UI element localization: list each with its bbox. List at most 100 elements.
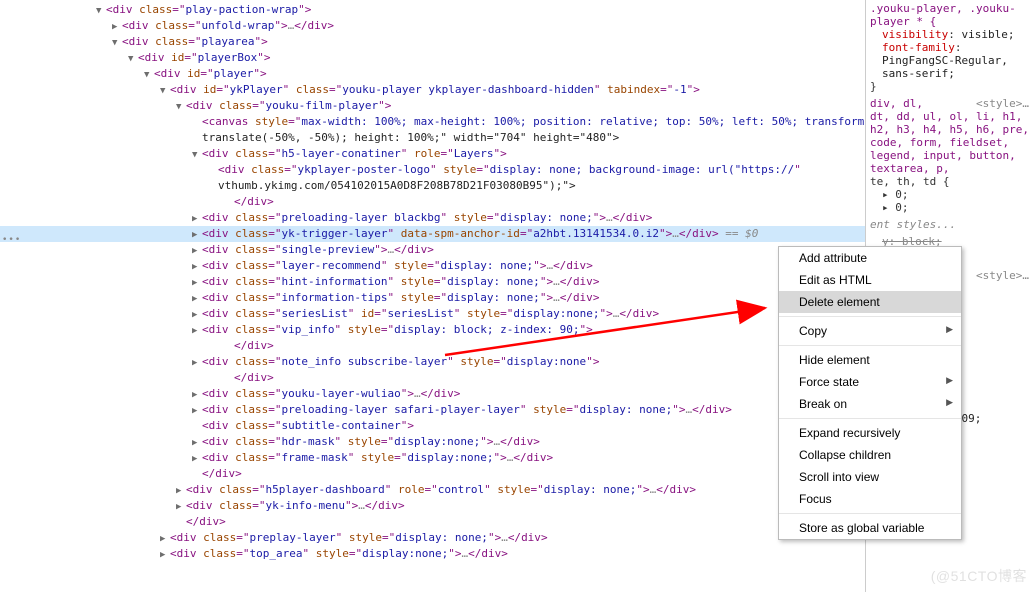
expand-arrow[interactable] <box>128 51 138 67</box>
dom-node[interactable]: <div class="yk-info-menu">…</div> <box>0 498 865 514</box>
expand-arrow[interactable] <box>160 531 170 547</box>
dom-node-html[interactable]: <div class="top_area" style="display:non… <box>170 547 508 560</box>
menu-item-focus[interactable]: Focus <box>779 488 961 510</box>
dom-node-html[interactable]: <div class="subtitle-container"> <box>202 419 414 432</box>
dom-node[interactable]: <div class="top_area" style="display:non… <box>0 546 865 562</box>
dom-node[interactable]: <div class="play-paction-wrap"> <box>0 2 865 18</box>
style-source[interactable]: <style>… <box>976 97 1029 110</box>
menu-item-scroll-into-view[interactable]: Scroll into view <box>779 466 961 488</box>
css-rule[interactable]: .youku-player, .youku-player * {visibili… <box>870 2 1029 93</box>
expand-arrow[interactable] <box>144 67 154 83</box>
dom-node[interactable]: <div class="playarea"> <box>0 34 865 50</box>
expand-arrow[interactable] <box>176 483 186 499</box>
dom-node-html[interactable]: <div class="preloading-layer safari-play… <box>202 403 732 416</box>
dom-node[interactable]: <div class="h5-layer-conatiner" role="La… <box>0 146 865 162</box>
dom-node[interactable]: <div class="hdr-mask" style="display:non… <box>0 434 865 450</box>
menu-item-break-on[interactable]: Break on <box>779 393 961 415</box>
expand-arrow[interactable] <box>192 451 202 467</box>
dom-node[interactable]: <div id="player"> <box>0 66 865 82</box>
menu-item-store-as-global-variable[interactable]: Store as global variable <box>779 517 961 539</box>
menu-item-force-state[interactable]: Force state <box>779 371 961 393</box>
css-rule[interactable]: <style>…div, dl,dt, dd, ul, ol, li, h1, … <box>870 97 1029 214</box>
dom-node[interactable]: <div class="single-preview">…</div> <box>0 242 865 258</box>
expand-arrow[interactable] <box>192 291 202 307</box>
expand-arrow[interactable] <box>160 83 170 99</box>
dom-node-html[interactable]: <div class="h5player-dashboard" role="co… <box>186 483 696 496</box>
expand-arrow[interactable] <box>192 211 202 227</box>
css-declaration[interactable]: font-family: PingFangSC-Regular, sans-se… <box>882 41 1029 80</box>
expand-arrow[interactable] <box>192 259 202 275</box>
dom-node[interactable]: <div class="preloading-layer blackbg" st… <box>0 210 865 226</box>
expand-arrow[interactable] <box>192 307 202 323</box>
dom-node-selected[interactable]: <div class="yk-trigger-layer" data-spm-a… <box>0 226 865 242</box>
dom-node[interactable]: <div class="hint-information" style="dis… <box>0 274 865 290</box>
menu-item-add-attribute[interactable]: Add attribute <box>779 247 961 269</box>
menu-item-copy[interactable]: Copy <box>779 320 961 342</box>
dom-node-html[interactable]: <div class="vip_info" style="display: bl… <box>202 323 593 336</box>
dom-node[interactable]: <div class="seriesList" id="seriesList" … <box>0 306 865 322</box>
dom-node-html[interactable]: <div class="preplay-layer" style="displa… <box>170 531 548 544</box>
menu-item-edit-as-html[interactable]: Edit as HTML <box>779 269 961 291</box>
dom-node[interactable]: <div id="playerBox"> <box>0 50 865 66</box>
dom-node[interactable]: <div class="subtitle-container"> <box>0 418 865 434</box>
context-menu[interactable]: Add attributeEdit as HTMLDelete element C… <box>778 246 962 540</box>
expand-arrow[interactable] <box>192 355 202 371</box>
style-source[interactable]: <style>… <box>976 269 1029 282</box>
dom-node-html[interactable]: <div class="single-preview">…</div> <box>202 243 434 256</box>
dom-node[interactable]: <div class="youku-film-player"> <box>0 98 865 114</box>
expand-arrow[interactable] <box>192 243 202 259</box>
css-declaration[interactable]: visibility: visible; <box>882 28 1029 41</box>
dom-node[interactable]: <div class="vip_info" style="display: bl… <box>0 322 865 338</box>
expand-arrow[interactable] <box>192 227 202 243</box>
dom-node-html[interactable]: <canvas style="max-width: 100%; max-heig… <box>202 115 865 128</box>
expand-arrow[interactable] <box>96 3 106 19</box>
dom-node[interactable]: <div class="note_info subscribe-layer" s… <box>0 354 865 370</box>
expand-arrow[interactable] <box>160 547 170 563</box>
expand-arrow[interactable] <box>176 499 186 515</box>
dom-node-html[interactable]: <div class="hint-information" style="dis… <box>202 275 599 288</box>
menu-item-hide-element[interactable]: Hide element <box>779 349 961 371</box>
dom-node-html[interactable]: <div class="ykplayer-poster-logo" style=… <box>218 163 801 176</box>
dom-node-html[interactable]: <div id="ykPlayer" class="youku-player y… <box>170 83 700 96</box>
dom-node[interactable]: <div class="unfold-wrap">…</div> <box>0 18 865 34</box>
dom-node[interactable]: <div class="frame-mask" style="display:n… <box>0 450 865 466</box>
dom-node[interactable]: <div class="youku-layer-wuliao">…</div> <box>0 386 865 402</box>
dom-node[interactable]: <div class="preplay-layer" style="displa… <box>0 530 865 546</box>
dom-node-html[interactable]: <div class="h5-layer-conatiner" role="La… <box>202 147 507 160</box>
dom-node-html[interactable]: <div class="youku-layer-wuliao">…</div> <box>202 387 460 400</box>
menu-item-expand-recursively[interactable]: Expand recursively <box>779 422 961 444</box>
dom-node-html[interactable]: <div class="layer-recommend" style="disp… <box>202 259 593 272</box>
dom-node-html[interactable]: <div class="youku-film-player"> <box>186 99 391 112</box>
menu-item-delete-element[interactable]: Delete element <box>779 291 961 313</box>
expand-arrow[interactable] <box>192 275 202 291</box>
dom-node-html[interactable]: <div class="hdr-mask" style="display:non… <box>202 435 540 448</box>
dom-node-html[interactable]: <div id="playerBox"> <box>138 51 270 64</box>
selector-text[interactable]: div, dl, <box>870 97 923 110</box>
dom-tree-panel[interactable]: ••• <div class="play-paction-wrap"><div … <box>0 0 865 592</box>
dom-node[interactable]: <div id="ykPlayer" class="youku-player y… <box>0 82 865 98</box>
menu-item-collapse-children[interactable]: Collapse children <box>779 444 961 466</box>
expand-arrow[interactable] <box>192 147 202 163</box>
dom-node-html[interactable]: <div class="preloading-layer blackbg" st… <box>202 211 652 224</box>
expand-arrow[interactable] <box>192 323 202 339</box>
dom-node-html[interactable]: <div id="player"> <box>154 67 267 80</box>
expand-arrow[interactable] <box>192 435 202 451</box>
dom-node[interactable]: <div class="h5player-dashboard" role="co… <box>0 482 865 498</box>
expand-arrow[interactable] <box>112 35 122 51</box>
css-rule[interactable]: ent styles... <box>870 218 1029 231</box>
expand-arrow[interactable] <box>112 19 122 35</box>
dom-node-html[interactable]: <div class="yk-info-menu">…</div> <box>186 499 405 512</box>
dom-node-html[interactable]: <div class="seriesList" id="seriesList" … <box>202 307 659 320</box>
dom-node-html[interactable]: <div class="information-tips" style="dis… <box>202 291 599 304</box>
selector-text[interactable]: .youku-player, .youku-player * { <box>870 2 1016 28</box>
dom-node[interactable]: <div class="information-tips" style="dis… <box>0 290 865 306</box>
dom-node-html[interactable]: <div class="yk-trigger-layer" data-spm-a… <box>202 227 719 240</box>
expand-arrow[interactable] <box>192 403 202 419</box>
dom-node[interactable]: <div class="layer-recommend" style="disp… <box>0 258 865 274</box>
dom-node-html[interactable]: <div class="playarea"> <box>122 35 268 48</box>
dom-node-html[interactable]: <div class="unfold-wrap">…</div> <box>122 19 334 32</box>
dom-node[interactable]: <div class="preloading-layer safari-play… <box>0 402 865 418</box>
expand-arrow[interactable] <box>192 387 202 403</box>
dom-node-html[interactable]: <div class="frame-mask" style="display:n… <box>202 451 553 464</box>
expand-arrow[interactable] <box>176 99 186 115</box>
